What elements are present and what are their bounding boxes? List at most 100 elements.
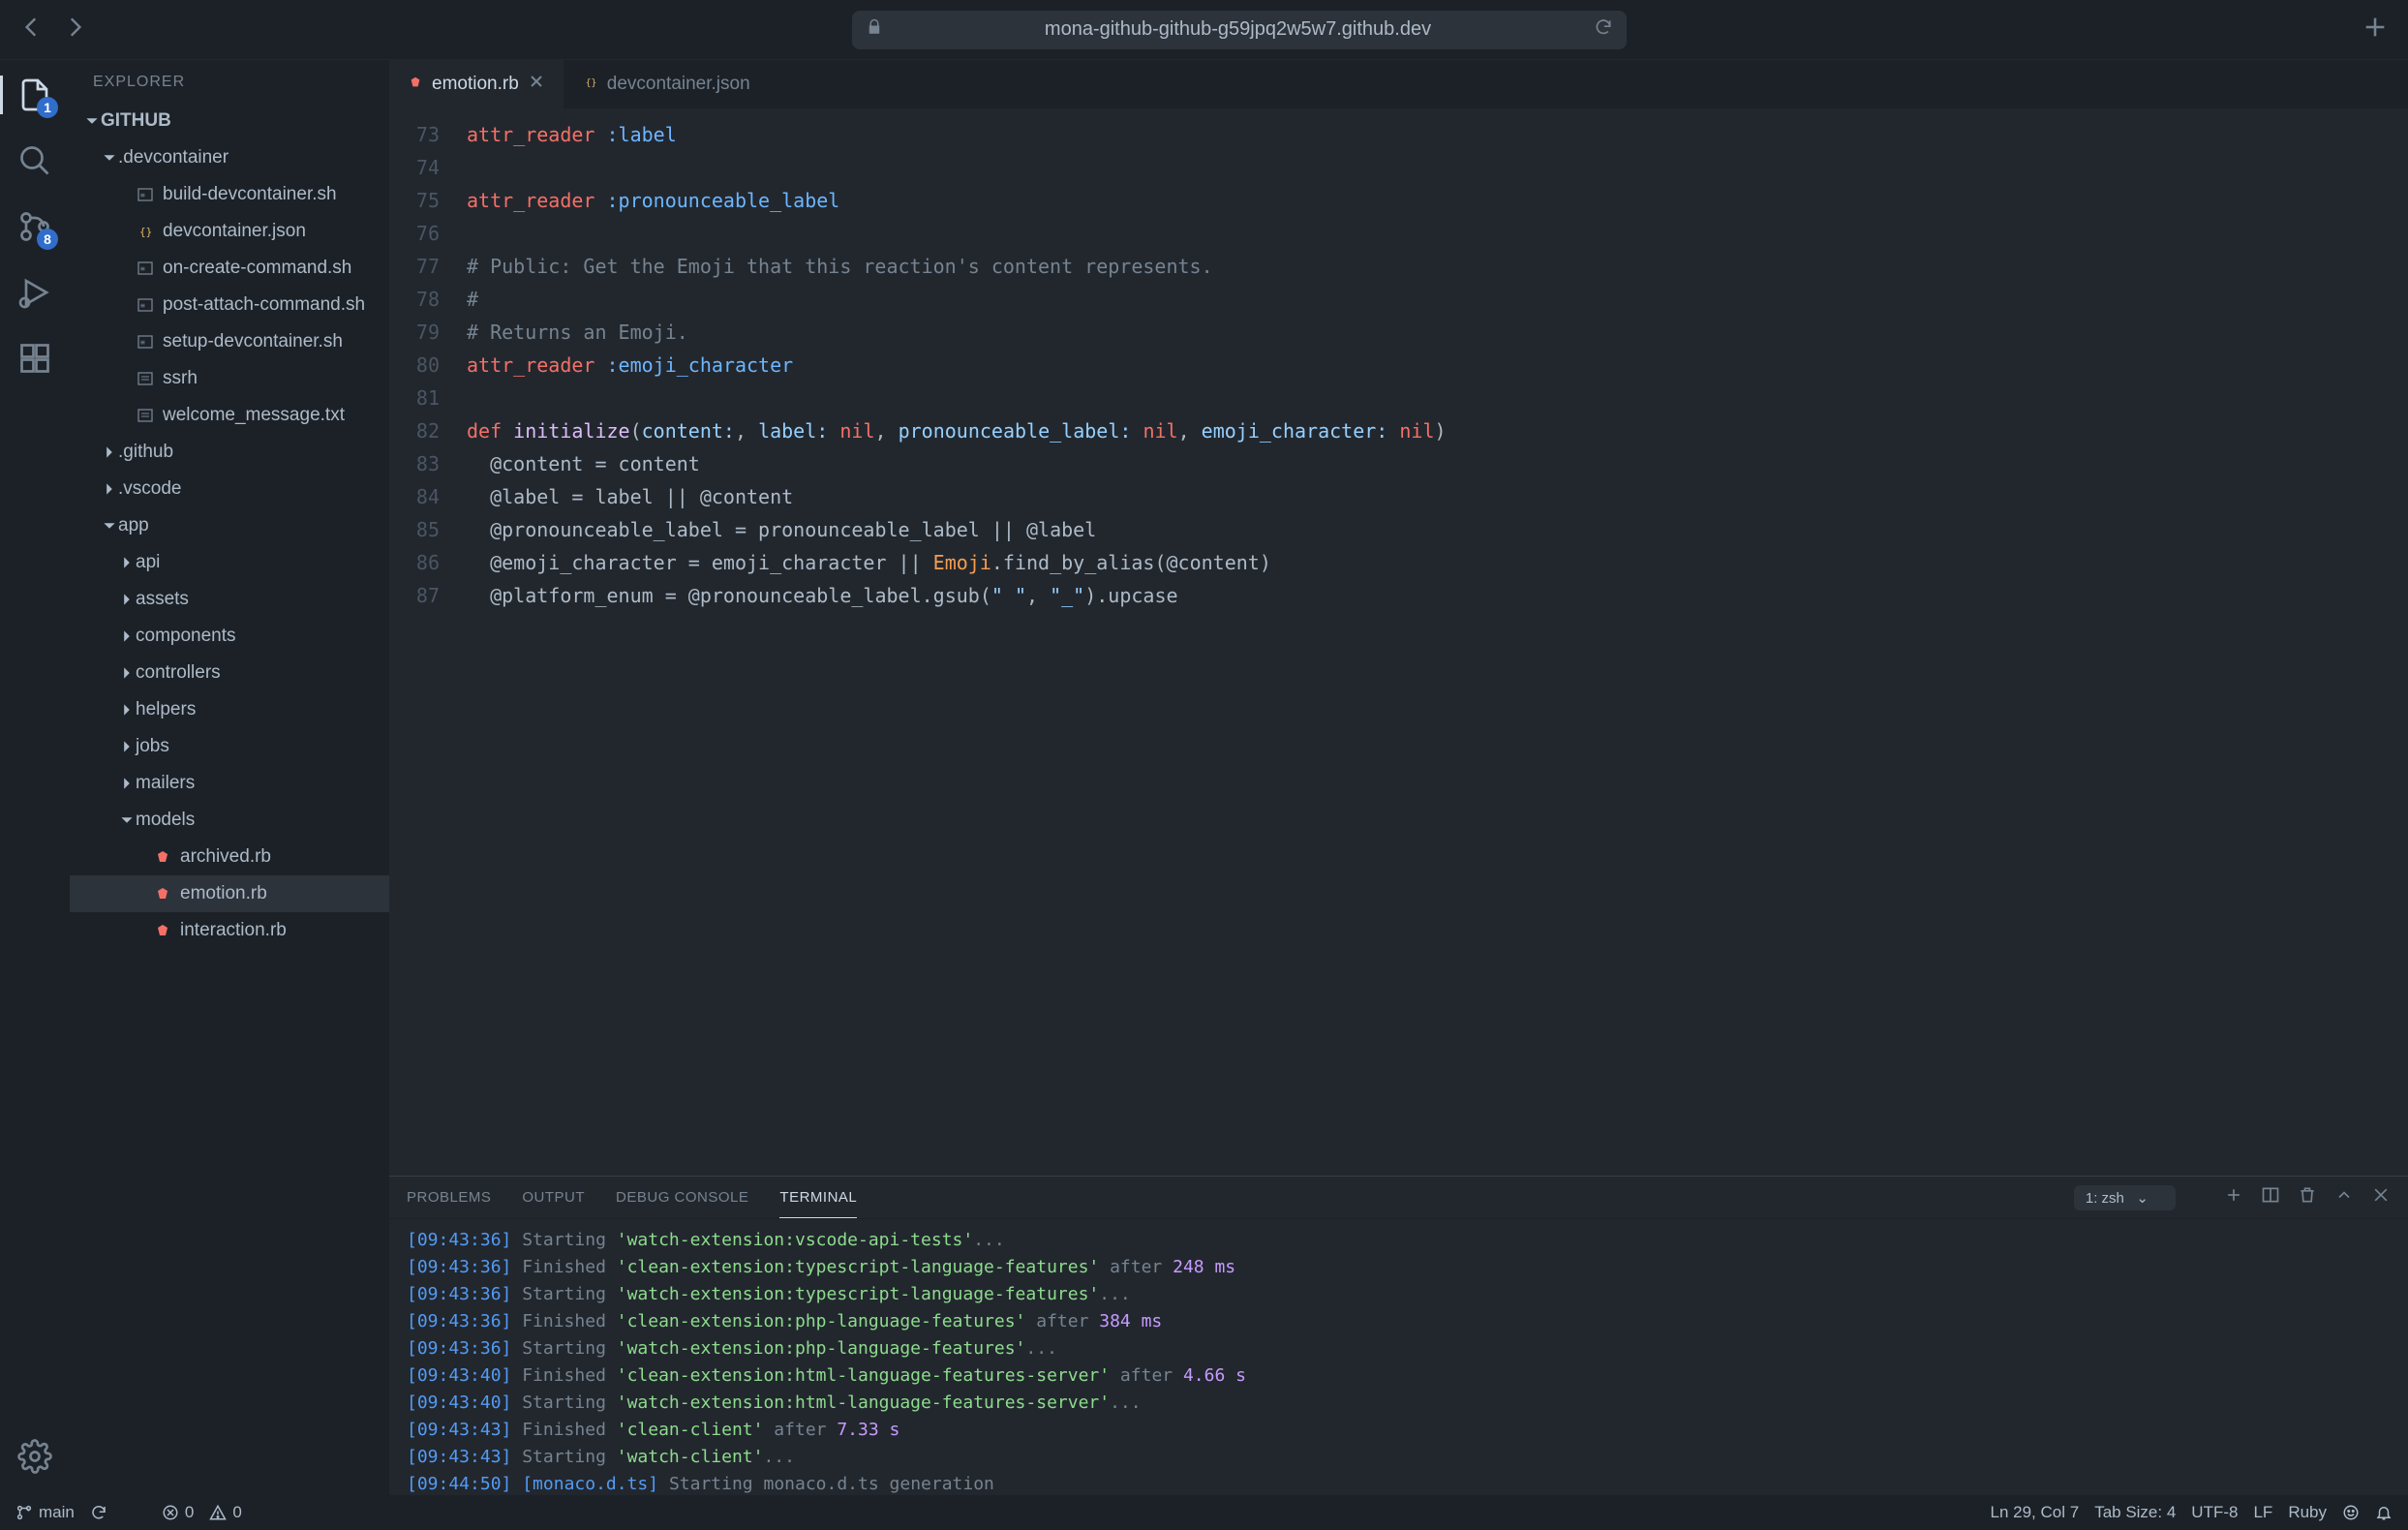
tree-file[interactable]: interaction.rb [70,912,389,949]
tree-folder[interactable]: .vscode [70,471,389,507]
tree-root[interactable]: GITHUB [70,103,389,139]
tree-folder[interactable]: controllers [70,655,389,691]
warning-count: 0 [232,1503,241,1522]
activity-source-control[interactable]: 8 [15,207,54,246]
nav-back-button[interactable] [19,15,45,45]
activity-settings[interactable] [15,1437,54,1476]
sh-file-icon: ≡ [136,187,155,202]
editor-tab[interactable]: {}devcontainer.json [564,60,771,108]
rb-file-icon [153,849,172,865]
tree-folder[interactable]: components [70,618,389,655]
tree-item-label: post-attach-command.sh [163,294,365,316]
status-eol[interactable]: LF [2253,1503,2272,1522]
activity-run-debug[interactable] [15,273,54,312]
svg-text:{}: {} [139,226,152,238]
status-notifications[interactable] [2375,1504,2393,1521]
status-cursor[interactable]: Ln 29, Col 7 [1991,1503,2080,1522]
editor-tab[interactable]: emotion.rb [389,60,564,108]
chevron-right-icon [118,703,136,717]
tree-root-label: GITHUB [101,110,171,132]
tree-folder[interactable]: .devcontainer [70,139,389,176]
terminal-shell-select[interactable]: 1: zsh ⌄ [2074,1185,2176,1210]
tree-folder[interactable]: jobs [70,728,389,765]
tree-folder[interactable]: helpers [70,691,389,728]
status-encoding[interactable]: UTF-8 [2191,1503,2238,1522]
activity-explorer[interactable]: 1 [15,76,54,114]
chevron-right-icon [118,593,136,606]
branch-name: main [39,1503,75,1522]
close-tab-button[interactable] [529,74,544,95]
tree-item-label: archived.rb [180,846,271,868]
chevron-right-icon [118,556,136,569]
panel-tab-problems[interactable]: PROBLEMS [407,1178,491,1217]
status-branch[interactable]: main [15,1503,75,1522]
panel-tab-output[interactable]: OUTPUT [522,1178,585,1217]
chevron-right-icon [118,777,136,790]
tree-item-label: jobs [136,736,169,757]
activitybar: 1 8 [0,60,70,1495]
tree-file[interactable]: ≡ post-attach-command.sh [70,287,389,323]
rb-file-icon [409,74,422,95]
tree-item-label: devcontainer.json [163,221,306,242]
tree-folder[interactable]: .github [70,434,389,471]
tree-file[interactable]: {} devcontainer.json [70,213,389,250]
panel-tab-terminal[interactable]: TERMINAL [779,1178,857,1218]
sh-file-icon: ≡ [136,334,155,350]
close-panel-button[interactable] [2371,1185,2391,1209]
status-language[interactable]: Ruby [2288,1503,2327,1522]
tree-folder[interactable]: app [70,507,389,544]
tree-folder[interactable]: models [70,802,389,839]
addressbar[interactable]: mona-github-github-g59jpq2w5w7.github.de… [852,11,1627,49]
tree-file[interactable]: ssrh [70,360,389,397]
sh-file-icon: ≡ [136,260,155,276]
tree-file[interactable]: ≡build-devcontainer.sh [70,176,389,213]
tree-folder[interactable]: api [70,544,389,581]
svg-text:≡: ≡ [140,191,145,199]
chevron-down-icon [101,151,118,165]
new-tab-button[interactable] [2362,14,2389,46]
chevron-right-icon [101,445,118,459]
tree-file[interactable]: archived.rb [70,839,389,875]
new-terminal-button[interactable] [2224,1185,2243,1209]
svg-text:≡: ≡ [140,338,145,347]
tree-file[interactable]: welcome_message.txt [70,397,389,434]
chevron-down-icon: ⌄ [2136,1190,2149,1207]
maximize-panel-button[interactable] [2334,1185,2354,1209]
tree-item-label: ssrh [163,368,198,389]
split-terminal-button[interactable] [2261,1185,2280,1209]
tree-file[interactable]: emotion.rb [70,875,389,912]
activity-extensions[interactable] [15,339,54,378]
code-content: attr_reader :labelattr_reader :pronounce… [455,108,2408,1176]
terminal-shell-label: 1: zsh [2086,1190,2124,1207]
status-errors[interactable]: 0 [162,1503,194,1522]
tree-item-label: helpers [136,699,196,720]
rb-file-icon [153,886,172,902]
tree-file[interactable]: ≡setup-devcontainer.sh [70,323,389,360]
activity-search[interactable] [15,141,54,180]
svg-text:{}: {} [586,78,597,89]
kill-terminal-button[interactable] [2298,1185,2317,1209]
terminal-output[interactable]: [09:43:36] Starting 'watch-extension:vsc… [389,1219,2408,1495]
json-file-icon: {} [136,224,155,239]
svg-text:≡: ≡ [140,301,145,310]
tabbar: emotion.rb{}devcontainer.json [389,60,2408,108]
tree-item-label: welcome_message.txt [163,405,345,426]
status-warnings[interactable]: 0 [209,1503,241,1522]
code-editor[interactable]: 737475767778798081828384858687 attr_read… [389,108,2408,1176]
tree-folder[interactable]: assets [70,581,389,618]
status-tabsize[interactable]: Tab Size: 4 [2094,1503,2176,1522]
status-sync[interactable] [90,1504,107,1521]
panel: PROBLEMS OUTPUT DEBUG CONSOLE TERMINAL 1: z… [389,1176,2408,1495]
tree-file[interactable]: ≡on-create-command.sh [70,250,389,287]
address-url: mona-github-github-g59jpq2w5w7.github.de… [897,18,1580,41]
tree-item-label: api [136,552,160,573]
explorer-badge: 1 [37,97,58,118]
nav-forward-button[interactable] [62,15,87,45]
panel-tab-debug-console[interactable]: DEBUG CONSOLE [616,1178,748,1217]
status-feedback[interactable] [2342,1504,2360,1521]
chevron-down-icon [83,114,101,128]
tree-item-label: assets [136,589,189,610]
reload-icon[interactable] [1594,17,1613,42]
tree-folder[interactable]: mailers [70,765,389,802]
sidebar-explorer: EXPLORER GITHUB .devcontainer≡build-devc… [70,60,389,1495]
